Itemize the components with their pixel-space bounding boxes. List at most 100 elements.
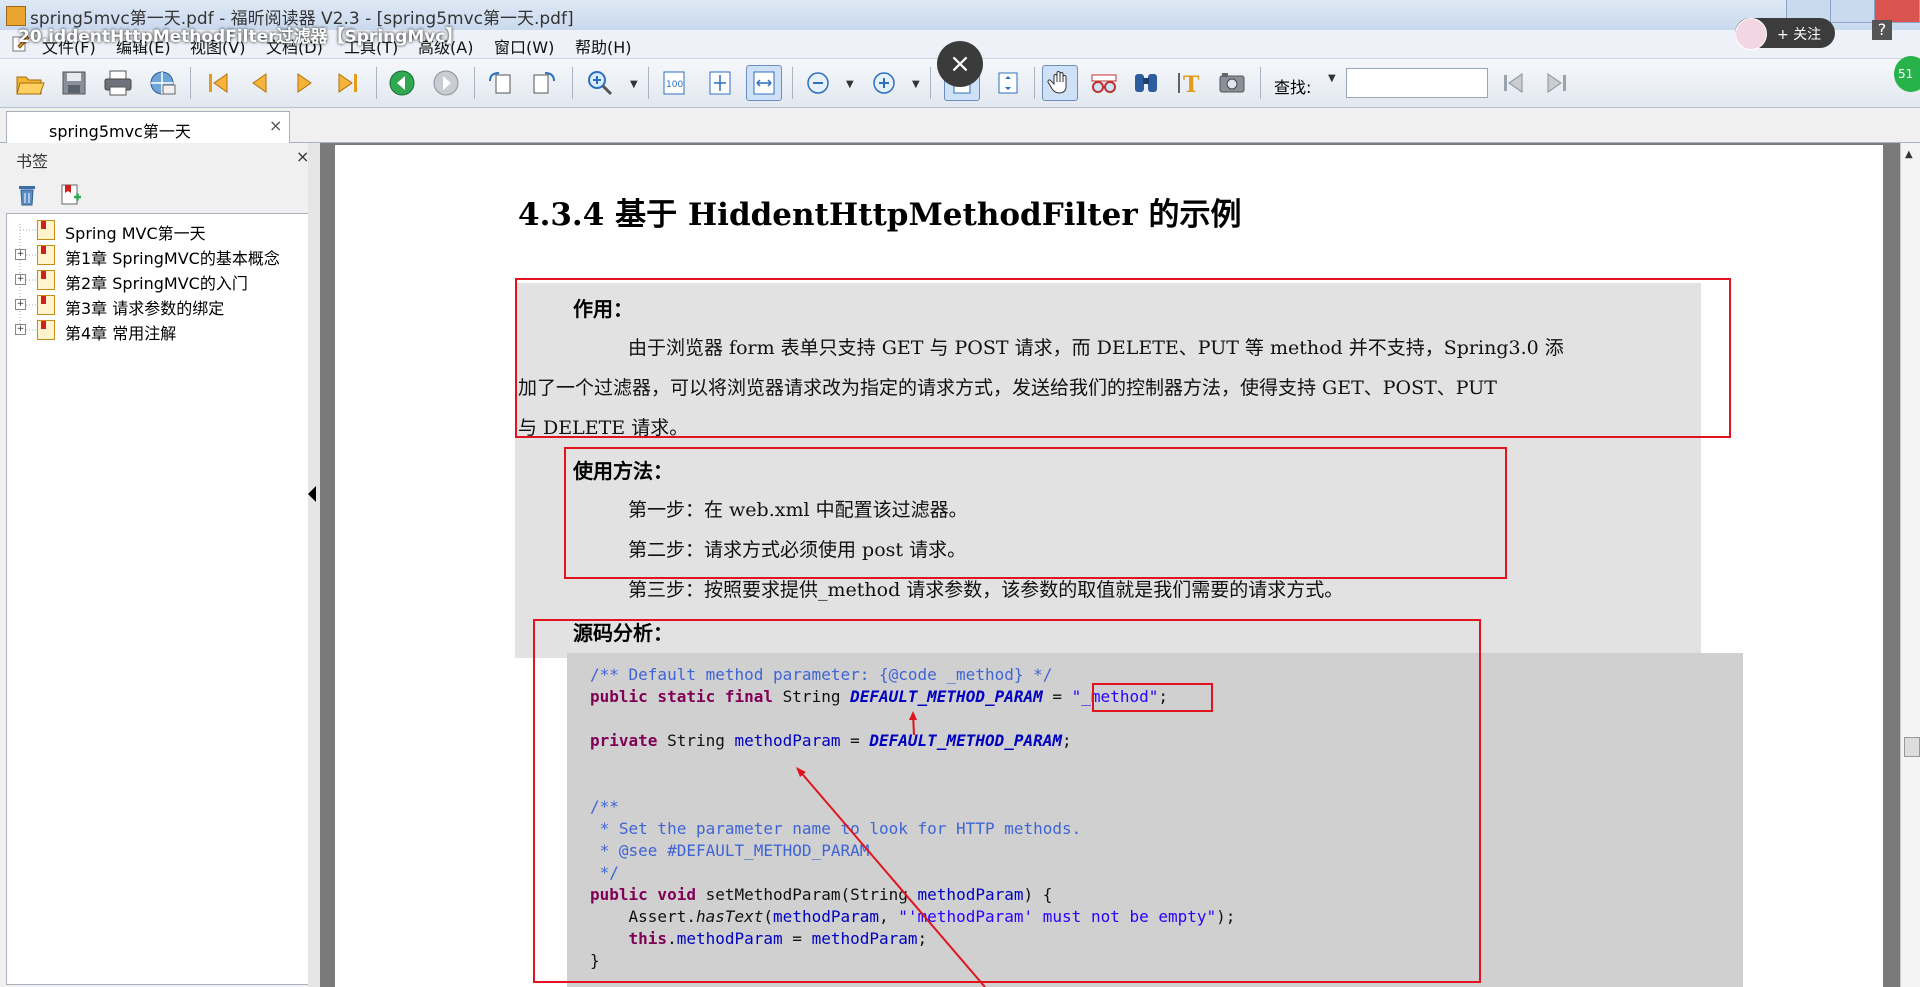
email-web-button[interactable]: [144, 65, 180, 101]
rotate-right-button[interactable]: [526, 65, 562, 101]
fit-page-button[interactable]: [702, 65, 738, 101]
toolbar-separator: [1034, 67, 1035, 99]
bookmark-label: 第2章 SpringMVC的入门: [65, 274, 248, 293]
actual-size-button[interactable]: 100: [656, 65, 692, 101]
toolbar-separator: [930, 67, 931, 99]
play-icon[interactable]: [1826, 930, 1872, 976]
previous-page-button[interactable]: [242, 65, 278, 101]
follow-label: + 关注: [1777, 27, 1822, 43]
expand-toggle-icon[interactable]: +: [15, 299, 26, 310]
scroll-up-arrow-icon[interactable]: ▲: [1905, 149, 1913, 160]
expand-toggle-icon[interactable]: +: [15, 324, 26, 335]
typewriter-button[interactable]: T: [1172, 65, 1208, 101]
expand-toggle-icon[interactable]: +: [15, 249, 26, 260]
zoom-out-button[interactable]: [800, 65, 836, 101]
find-previous-button[interactable]: [1496, 65, 1532, 101]
bookmark-label: Spring MVC第一天: [65, 224, 206, 243]
forward-button[interactable]: [428, 65, 464, 101]
zoom-button[interactable]: [582, 65, 618, 101]
forward-circle-icon: [433, 70, 459, 96]
follow-button[interactable]: + 关注: [1735, 18, 1835, 50]
bookmark-panel-title: 书签: [16, 152, 49, 171]
bookmark-icon: [37, 220, 55, 240]
actual-size-icon: 100: [663, 71, 685, 95]
bookmark-label: 第3章 请求参数的绑定: [65, 299, 225, 318]
printer-icon: [104, 70, 132, 96]
folder-open-icon: [16, 76, 45, 95]
add-bookmark-icon: [61, 184, 81, 205]
find-binoculars-button[interactable]: [1128, 65, 1164, 101]
first-page-icon: [209, 73, 228, 93]
overlay-close-button[interactable]: ×: [937, 41, 983, 87]
tab-close-button[interactable]: ×: [269, 116, 282, 135]
hand-tool-button[interactable]: [1042, 65, 1078, 101]
expand-toggle-icon[interactable]: +: [15, 274, 26, 285]
bookmark-icon: [37, 295, 55, 315]
help-icon[interactable]: ?: [1872, 20, 1892, 40]
magnifier-zoom-icon: [588, 71, 613, 96]
save-button[interactable]: [56, 65, 92, 101]
continuous-page-button[interactable]: [990, 65, 1026, 101]
continuous-page-icon: [998, 72, 1018, 94]
rotate-left-button[interactable]: [482, 65, 518, 101]
avatar: [1735, 18, 1767, 50]
bookmark-icon: [37, 320, 55, 340]
bookmark-label: 第1章 SpringMVC的基本概念: [65, 249, 280, 268]
document-tab-strip: spring5mvc第一天 ×: [0, 108, 1920, 143]
menu-window[interactable]: 窗口(W): [494, 34, 554, 58]
annotation-arrows: [796, 711, 986, 987]
toolbar-separator: [376, 67, 377, 99]
last-page-button[interactable]: [330, 65, 366, 101]
find-next-icon: [1547, 73, 1566, 93]
bookmark-tree: Spring MVC第一天 + 第1章 SpringMVC的基本概念 + 第2章 Spr…: [6, 213, 310, 985]
rotate-page-left-icon: [489, 72, 511, 94]
fit-width-button[interactable]: [746, 65, 782, 101]
back-button[interactable]: [384, 65, 420, 101]
find-options-arrow[interactable]: ▼: [1328, 73, 1336, 84]
first-page-button[interactable]: [200, 65, 236, 101]
toolbar-separator: [648, 67, 649, 99]
open-file-button[interactable]: [12, 65, 48, 101]
collapse-panel-arrow-icon[interactable]: [308, 486, 316, 502]
snapshot-button[interactable]: [1214, 65, 1250, 101]
glasses-icon: [1091, 74, 1117, 93]
toolbar-separator: [190, 67, 191, 99]
find-next-button[interactable]: [1538, 65, 1574, 101]
bookmark-icon: [37, 270, 55, 290]
maximize-button[interactable]: [1830, 0, 1876, 23]
bookmark-item[interactable]: + 第3章 请求参数的绑定: [7, 293, 307, 318]
zoom-out-icon: [807, 72, 829, 94]
print-button[interactable]: [100, 65, 136, 101]
next-page-button[interactable]: [286, 65, 322, 101]
binoculars-icon: [1135, 74, 1157, 92]
bookmark-item[interactable]: + 第4章 常用注解: [7, 318, 307, 343]
toolbar-separator: [792, 67, 793, 99]
bookmark-item[interactable]: Spring MVC第一天: [7, 218, 307, 243]
vertical-scrollbar[interactable]: ▲: [1900, 143, 1920, 987]
corner-badge: 51: [1894, 56, 1920, 92]
bookmark-panel: 书签 × Spring MVC第一天 + 第1章 SpringMVC的基本概念 + 第2…: [0, 143, 316, 987]
find-input[interactable]: [1346, 68, 1488, 98]
trash-icon: [19, 186, 35, 206]
toolbar-separator: [572, 67, 573, 99]
zoom-dropdown-arrow[interactable]: ▼: [630, 79, 638, 90]
delete-bookmark-button[interactable]: [16, 183, 40, 207]
menu-help[interactable]: 帮助(H): [575, 34, 632, 58]
svg-text:T: T: [1183, 72, 1200, 97]
globe-icon: [150, 71, 176, 95]
zoom-in-dropdown-arrow[interactable]: ▼: [912, 79, 920, 90]
fit-width-icon: [753, 71, 775, 95]
back-circle-icon: [389, 70, 415, 96]
zoom-in-button[interactable]: [866, 65, 902, 101]
tab-label: spring5mvc第一天: [49, 122, 191, 141]
scrollbar-thumb[interactable]: [1904, 737, 1920, 757]
panel-splitter[interactable]: [308, 143, 320, 987]
bookmark-item[interactable]: + 第2章 SpringMVC的入门: [7, 268, 307, 293]
select-text-button[interactable]: [1086, 65, 1122, 101]
tab-document[interactable]: spring5mvc第一天 ×: [6, 111, 290, 143]
add-bookmark-button[interactable]: [60, 183, 84, 207]
zoom-out-dropdown-arrow[interactable]: ▼: [846, 79, 854, 90]
camera-icon: [1219, 73, 1245, 93]
video-title: 20.iddentHttpMethodFilter过滤器【SpringMvc】: [18, 27, 463, 47]
bookmark-item[interactable]: + 第1章 SpringMVC的基本概念: [7, 243, 307, 268]
